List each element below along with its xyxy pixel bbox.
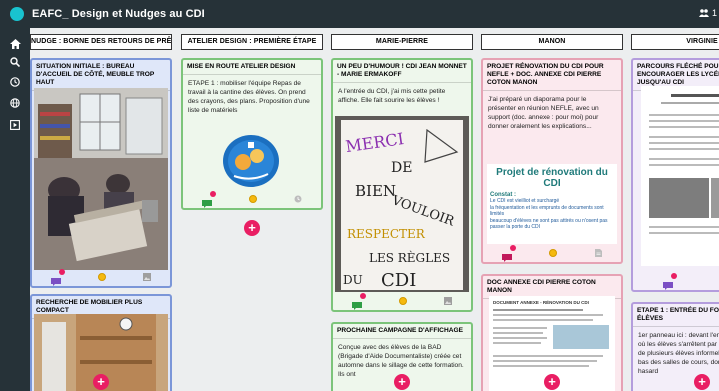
comment-icon[interactable] bbox=[50, 269, 65, 286]
sidebar bbox=[0, 28, 30, 391]
design-thinking-icon bbox=[223, 135, 279, 187]
card-actions bbox=[183, 191, 321, 208]
card-title: ETAPE 1 : ENTRÉE DU FOYER DES ÉLÈVES bbox=[633, 304, 719, 327]
comment-icon[interactable] bbox=[201, 191, 216, 208]
document-icon[interactable] bbox=[595, 249, 603, 257]
card-text: A l'entrée du CDI, j'ai mis cette petite… bbox=[338, 88, 446, 104]
card-mise-en-route[interactable]: MISE EN ROUTE ATELIER DESIGN ETAPE 1 : m… bbox=[181, 58, 323, 210]
card-un-peu-d-humour[interactable]: UN PEU D'HUMOUR ! CDI JEAN MONNET - MARI… bbox=[331, 58, 473, 312]
document-preview bbox=[641, 86, 719, 266]
comment-icon[interactable] bbox=[351, 293, 366, 310]
poster-word: RESPECTER bbox=[347, 227, 426, 241]
card-actions bbox=[32, 269, 170, 286]
poster-word: CDI bbox=[381, 270, 416, 291]
column-atelier: ATELIER DESIGN : PREMIÈRE ÉTAPE MISE EN … bbox=[181, 34, 323, 391]
photo-library-desk bbox=[34, 88, 168, 270]
poster-word: DU bbox=[343, 273, 363, 287]
app-logo[interactable] bbox=[10, 7, 24, 21]
search-icon[interactable] bbox=[8, 55, 22, 69]
coin-icon[interactable] bbox=[549, 249, 558, 257]
card-text: J'ai préparé un diaporama pour le présen… bbox=[488, 96, 599, 130]
coin-icon[interactable] bbox=[97, 273, 106, 281]
slide-bullet: beaucoup d'élèves ne sont pas attirés ou… bbox=[490, 217, 608, 231]
slide-title: Projet de rénovation du CDI bbox=[496, 167, 608, 189]
add-card-button[interactable]: + bbox=[544, 374, 560, 390]
add-card-button[interactable]: + bbox=[694, 374, 710, 390]
column-manon: MANON PROJET RÉNOVATION DU CDI POUR NEFL… bbox=[481, 34, 623, 391]
card-projet-renovation[interactable]: PROJET RÉNOVATION DU CDI POUR NEFLE + DO… bbox=[481, 58, 623, 264]
card-text: 1er panneau ici : devant l'entrée du foy… bbox=[638, 332, 719, 375]
card-title: PROJET RÉNOVATION DU CDI POUR NEFLE + DO… bbox=[483, 60, 621, 91]
slide-bullet: la fréquentation et les emprunts de docu… bbox=[490, 204, 604, 218]
card-title: PROCHAINE CAMPAGNE D'AFFICHAGE bbox=[333, 324, 471, 339]
globe-icon[interactable] bbox=[8, 96, 22, 110]
image-icon[interactable] bbox=[143, 273, 152, 281]
image-icon[interactable] bbox=[444, 297, 453, 305]
top-bar: EAFC_ Design et Nudges au CDI 1 bbox=[0, 0, 719, 28]
people-icon bbox=[698, 9, 709, 17]
column-title[interactable]: NUDGE : BORNE DES RETOURS DE PRÊTS bbox=[30, 34, 172, 50]
column-title[interactable]: MANON bbox=[481, 34, 623, 50]
card-actions bbox=[483, 245, 621, 262]
column-nudge: NUDGE : BORNE DES RETOURS DE PRÊTS SITUA… bbox=[30, 34, 172, 391]
home-icon[interactable] bbox=[8, 37, 22, 51]
card-title: SITUATION INITIALE : BUREAU D'ACCUEIL DE… bbox=[32, 60, 170, 91]
card-parcours-flechee[interactable]: PARCOURS FLÉCHÉ POUR ENCOURAGER LES LYCÉ… bbox=[631, 58, 719, 292]
poster-image: MERCI DE BIEN VOULOIR RESPECTER LES RÈGL… bbox=[335, 116, 469, 292]
members-indicator[interactable]: 1 bbox=[698, 8, 717, 18]
coin-icon[interactable] bbox=[248, 195, 257, 203]
clock-icon[interactable] bbox=[294, 195, 302, 203]
comment-icon[interactable] bbox=[663, 273, 677, 290]
clock-icon[interactable] bbox=[8, 75, 22, 89]
comment-icon[interactable] bbox=[501, 245, 516, 262]
poster-word: DE bbox=[391, 160, 412, 176]
add-card-button[interactable]: + bbox=[93, 374, 109, 390]
column-virginie: VIRGINIE PARCOURS FLÉCHÉ POUR ENCOURAGER… bbox=[631, 34, 719, 391]
card-situation-initiale[interactable]: SITUATION INITIALE : BUREAU D'ACCUEIL DE… bbox=[30, 58, 172, 288]
card-title: UN PEU D'HUMOUR ! CDI JEAN MONNET - MARI… bbox=[333, 60, 471, 83]
column-title[interactable]: ATELIER DESIGN : PREMIÈRE ÉTAPE bbox=[181, 34, 323, 50]
coin-icon[interactable] bbox=[398, 297, 407, 305]
card-actions bbox=[333, 293, 471, 310]
card-actions bbox=[633, 273, 719, 290]
column-title[interactable]: VIRGINIE bbox=[631, 34, 719, 50]
card-text: ETAPE 1 : mobiliser l'équipe Repas de tr… bbox=[188, 80, 310, 114]
column-title[interactable]: MARIE-PIERRE bbox=[331, 34, 473, 50]
play-icon[interactable] bbox=[8, 118, 22, 132]
board-title: EAFC_ Design et Nudges au CDI bbox=[32, 8, 205, 20]
card-title: MISE EN ROUTE ATELIER DESIGN bbox=[183, 60, 321, 75]
add-card-button[interactable]: + bbox=[244, 220, 260, 236]
slide-preview: Projet de rénovation du CDI Constat : Le… bbox=[487, 164, 617, 244]
poster-word: LES RÈGLES bbox=[369, 250, 450, 265]
add-card-button[interactable]: + bbox=[394, 374, 410, 390]
column-marie-pierre: MARIE-PIERRE UN PEU D'HUMOUR ! CDI JEAN … bbox=[331, 34, 473, 391]
board: NUDGE : BORNE DES RETOURS DE PRÊTS SITUA… bbox=[30, 28, 719, 391]
members-count: 1 bbox=[711, 8, 717, 18]
poster-word: BIEN bbox=[355, 182, 396, 200]
